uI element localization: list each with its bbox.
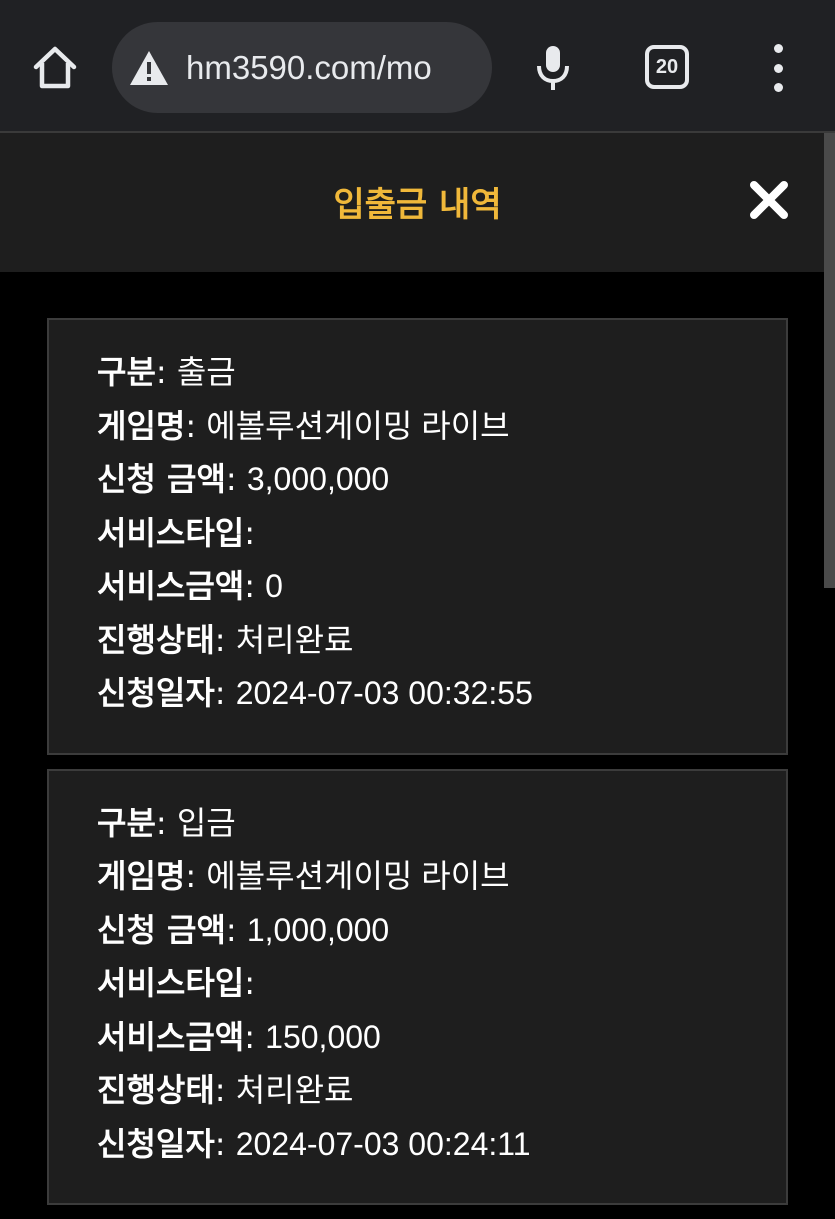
game-name-label: 게임명	[97, 406, 186, 445]
modal-title: 입출금 내역	[333, 185, 502, 225]
warning-icon[interactable]	[127, 46, 171, 90]
more-vert-icon-dot	[773, 63, 783, 73]
status-label: 진행상태	[97, 620, 215, 659]
record-type-label: 구분	[97, 803, 156, 842]
url-text[interactable]: hm3590.com/mo	[186, 49, 432, 87]
game-name-value: 에볼루션게이밍 라이브	[206, 407, 510, 444]
request-amount-value: 1,000,000	[246, 911, 390, 948]
mic-icon	[537, 46, 569, 90]
game-name-label: 게임명	[97, 857, 186, 895]
service-type-row: 서비스타입:	[97, 513, 255, 552]
browser-toolbar: hm3590.com/mo 20	[0, 0, 835, 133]
service-amount-value: 150,000	[265, 1018, 381, 1055]
status-value: 처리완료	[235, 621, 354, 658]
request-date-label: 신청일자	[97, 1124, 215, 1163]
service-amount-row: 서비스금액: 150,000	[97, 1017, 381, 1056]
request-amount-label: 신청 금액	[97, 910, 226, 949]
game-name-row: 게임명: 에볼루션게이밍 라이브	[97, 857, 510, 895]
request-amount-value: 3,000,000	[246, 461, 390, 497]
more-menu-button[interactable]	[758, 44, 798, 92]
game-name-value: 에볼루션게이밍 라이브	[206, 858, 510, 894]
request-date-value: 2024-07-03 00:24:11	[235, 1125, 531, 1162]
service-amount-label: 서비스금액	[97, 1017, 245, 1056]
request-date-row: 신청일자: 2024-07-03 00:32:55	[97, 674, 533, 712]
request-amount-row: 신청 금액: 1,000,000	[97, 910, 390, 949]
service-type-row: 서비스타입:	[97, 964, 255, 1002]
more-vert-icon-dot	[773, 83, 783, 92]
transaction-card: 구분: 출금 게임명: 에볼루션게이밍 라이브 신청 금액: 3,000,000…	[47, 318, 788, 755]
request-date-value: 2024-07-03 00:32:55	[235, 675, 533, 711]
service-amount-row: 서비스금액: 0	[97, 567, 283, 605]
voice-search-button[interactable]	[527, 40, 579, 96]
more-vert-icon-dot	[773, 44, 783, 53]
address-bar[interactable]: hm3590.com/mo	[112, 22, 492, 113]
service-amount-value: 0	[265, 568, 283, 604]
request-amount-label: 신청 금액	[97, 460, 226, 498]
close-button[interactable]	[742, 173, 796, 227]
scrollbar[interactable]	[824, 133, 835, 588]
transaction-list: 구분: 출금 게임명: 에볼루션게이밍 라이브 신청 금액: 3,000,000…	[47, 318, 788, 1219]
status-label: 진행상태	[97, 1071, 215, 1109]
service-type-label: 서비스타입	[97, 964, 245, 1002]
record-type-value: 출금	[176, 354, 236, 390]
status-value: 처리완료	[235, 1072, 354, 1108]
transaction-card: 구분: 입금 게임명: 에볼루션게이밍 라이브 신청 금액: 1,000,000…	[47, 768, 788, 1205]
tab-switcher-button[interactable]: 20	[645, 45, 689, 89]
home-button[interactable]	[28, 40, 82, 94]
status-row: 진행상태: 처리완료	[97, 620, 354, 659]
request-amount-row: 신청 금액: 3,000,000	[97, 460, 390, 498]
modal-header: 입출금 내역	[0, 133, 835, 272]
record-type-row: 구분: 출금	[97, 353, 236, 391]
close-icon	[750, 181, 788, 219]
service-type-label: 서비스타입	[97, 513, 245, 552]
service-amount-label: 서비스금액	[97, 567, 245, 605]
record-type-value: 입금	[176, 804, 236, 841]
request-date-label: 신청일자	[97, 674, 215, 712]
status-row: 진행상태: 처리완료	[97, 1071, 354, 1109]
home-icon	[33, 46, 77, 89]
tab-count: 20	[655, 55, 679, 78]
game-name-row: 게임명: 에볼루션게이밍 라이브	[97, 406, 510, 445]
record-type-row: 구분: 입금	[97, 803, 236, 842]
request-date-row: 신청일자: 2024-07-03 00:24:11	[97, 1124, 531, 1163]
record-type-label: 구분	[97, 353, 156, 391]
